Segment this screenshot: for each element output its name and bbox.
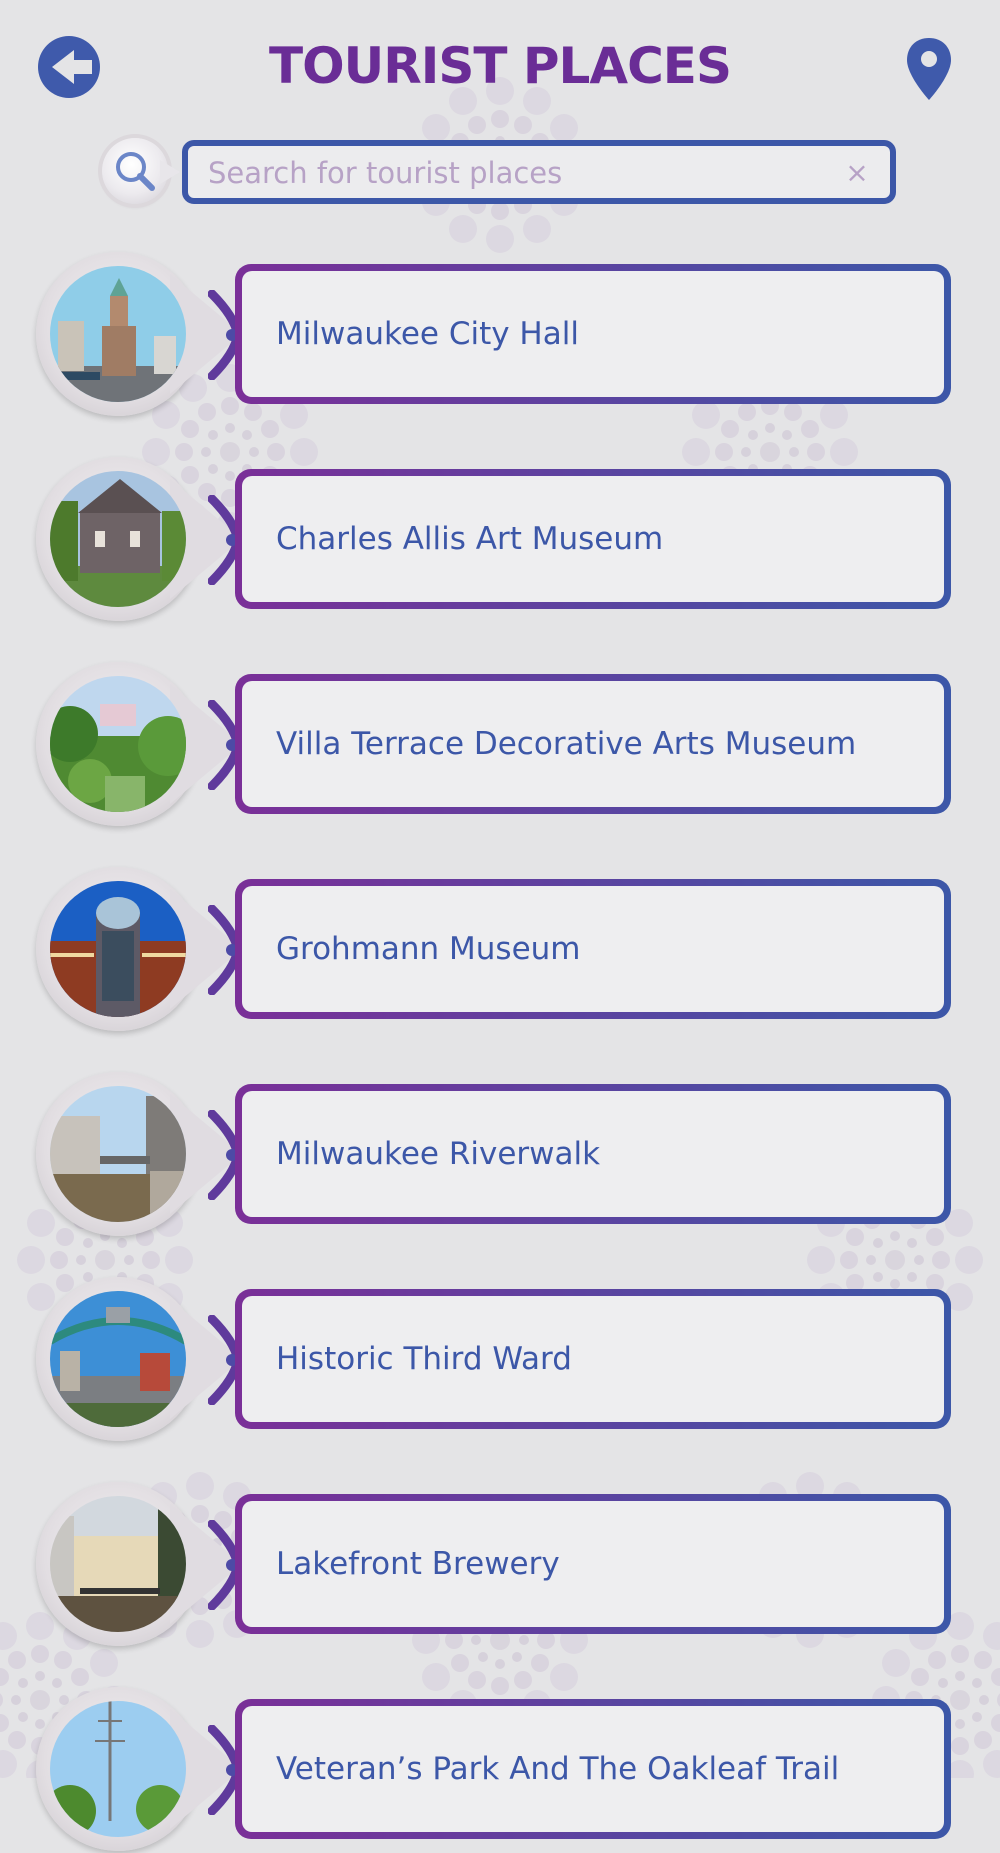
place-thumbnail bbox=[50, 1701, 186, 1837]
place-card[interactable]: Milwaukee City Hall bbox=[235, 264, 951, 404]
place-card-body: Historic Third Ward bbox=[242, 1296, 944, 1422]
place-card-body: Milwaukee Riverwalk bbox=[242, 1091, 944, 1217]
place-item[interactable]: Charles Allis Art Museum bbox=[0, 455, 1000, 623]
place-thumbnail bbox=[50, 471, 186, 607]
place-name: Lakefront Brewery bbox=[276, 1546, 560, 1582]
place-item[interactable]: Milwaukee Riverwalk bbox=[0, 1070, 1000, 1238]
place-name: Historic Third Ward bbox=[276, 1341, 572, 1377]
place-thumbnail bbox=[50, 1496, 186, 1632]
place-thumbnail bbox=[50, 881, 186, 1017]
place-card-body: Veteran’s Park And The Oakleaf Trail bbox=[242, 1706, 944, 1832]
place-card[interactable]: Milwaukee Riverwalk bbox=[235, 1084, 951, 1224]
place-thumbnail bbox=[50, 266, 186, 402]
place-card-body: Charles Allis Art Museum bbox=[242, 476, 944, 602]
place-card[interactable]: Lakefront Brewery bbox=[235, 1494, 951, 1634]
place-card[interactable]: Charles Allis Art Museum bbox=[235, 469, 951, 609]
location-button[interactable] bbox=[904, 36, 954, 102]
place-card[interactable]: Villa Terrace Decorative Arts Museum bbox=[235, 674, 951, 814]
place-thumbnail bbox=[50, 1086, 186, 1222]
place-name: Milwaukee Riverwalk bbox=[276, 1136, 601, 1172]
place-card[interactable]: Historic Third Ward bbox=[235, 1289, 951, 1429]
header: TOURIST PLACES bbox=[0, 0, 1000, 130]
place-name: Milwaukee City Hall bbox=[276, 316, 579, 352]
place-thumbnail bbox=[50, 1291, 186, 1427]
page-title: TOURIST PLACES bbox=[269, 37, 732, 95]
search-bar: × bbox=[100, 136, 900, 210]
place-name: Veteran’s Park And The Oakleaf Trail bbox=[276, 1751, 840, 1787]
place-item[interactable]: Lakefront Brewery bbox=[0, 1480, 1000, 1648]
clear-search-button[interactable]: × bbox=[840, 156, 874, 190]
place-item[interactable]: Villa Terrace Decorative Arts Museum bbox=[0, 660, 1000, 828]
place-card[interactable]: Veteran’s Park And The Oakleaf Trail bbox=[235, 1699, 951, 1839]
place-card-body: Villa Terrace Decorative Arts Museum bbox=[242, 681, 944, 807]
place-item[interactable]: Grohmann Museum bbox=[0, 865, 1000, 1033]
search-pointer bbox=[160, 160, 180, 184]
place-card-body: Grohmann Museum bbox=[242, 886, 944, 1012]
place-thumbnail bbox=[50, 676, 186, 812]
place-item[interactable]: Historic Third Ward bbox=[0, 1275, 1000, 1443]
place-name: Charles Allis Art Museum bbox=[276, 521, 664, 557]
place-name: Grohmann Museum bbox=[276, 931, 581, 967]
place-card[interactable]: Grohmann Museum bbox=[235, 879, 951, 1019]
search-input[interactable] bbox=[206, 150, 830, 196]
map-pin-icon bbox=[907, 38, 951, 100]
place-card-body: Lakefront Brewery bbox=[242, 1501, 944, 1627]
search-button[interactable] bbox=[102, 138, 168, 204]
place-name: Villa Terrace Decorative Arts Museum bbox=[276, 726, 857, 762]
magnifier-icon bbox=[116, 152, 155, 191]
search-field: × bbox=[182, 140, 896, 204]
place-item[interactable]: Milwaukee City Hall bbox=[0, 250, 1000, 418]
place-item[interactable]: Veteran’s Park And The Oakleaf Trail bbox=[0, 1685, 1000, 1853]
place-card-body: Milwaukee City Hall bbox=[242, 271, 944, 397]
